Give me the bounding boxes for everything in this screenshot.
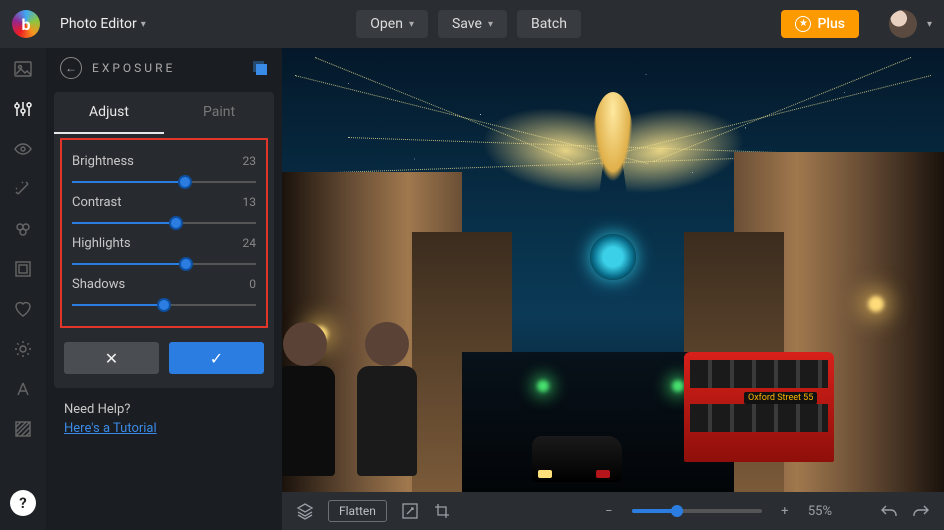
bus-route-sign: Oxford Street 55 [744, 392, 817, 404]
apply-button[interactable]: ✓ [169, 342, 264, 374]
eye-tool-icon[interactable] [12, 138, 34, 160]
slider-track-highlights[interactable] [72, 257, 256, 271]
panel-back-button[interactable]: ← [60, 57, 82, 79]
upgrade-plus-button[interactable]: ★ Plus [781, 10, 859, 38]
texture-tool-icon[interactable] [12, 418, 34, 440]
save-button[interactable]: Save ▾ [438, 10, 507, 38]
foreground-person [282, 322, 340, 482]
slider-value: 0 [249, 277, 256, 292]
slider-contrast: Contrast 13 [72, 195, 256, 230]
angel-decoration [593, 92, 633, 182]
help-button[interactable]: ? [10, 490, 36, 516]
panel-tabs: Adjust Paint [54, 92, 274, 134]
image-canvas[interactable]: Oxford Street 55 [282, 48, 944, 492]
chevron-down-icon: ▾ [141, 19, 146, 30]
image-tool-icon[interactable] [12, 58, 34, 80]
text-tool-icon[interactable] [12, 378, 34, 400]
slider-track-contrast[interactable] [72, 216, 256, 230]
chevron-down-icon: ▾ [927, 19, 932, 30]
account-avatar[interactable] [889, 10, 917, 38]
chevron-down-icon: ▾ [488, 19, 493, 30]
redo-icon[interactable] [912, 502, 930, 520]
star-icon: ★ [795, 16, 811, 32]
layers-icon[interactable] [296, 502, 314, 520]
cancel-button[interactable]: ✕ [64, 342, 159, 374]
slider-label: Highlights [72, 236, 131, 251]
slider-label: Shadows [72, 277, 125, 292]
left-toolstrip: ? [0, 48, 46, 530]
slider-value: 13 [243, 195, 257, 210]
batch-button[interactable]: Batch [517, 10, 581, 38]
slider-highlights: Highlights 24 [72, 236, 256, 271]
slider-track-brightness[interactable] [72, 175, 256, 189]
open-button[interactable]: Open ▾ [356, 10, 428, 38]
panel-title: EXPOSURE [92, 61, 242, 75]
compare-icon[interactable] [252, 60, 268, 76]
tab-paint[interactable]: Paint [164, 92, 274, 134]
zoom-in-icon[interactable]: + [776, 502, 794, 520]
illuminated-clock [590, 234, 636, 280]
undo-icon[interactable] [880, 502, 898, 520]
help-block: Need Help? Here's a Tutorial [46, 388, 282, 450]
effects-tool-icon[interactable] [12, 218, 34, 240]
exposure-panel: ← EXPOSURE Adjust Paint Brightness 23 [46, 48, 282, 530]
zoom-percentage: 55% [808, 504, 832, 519]
top-bar: b Photo Editor ▾ Open ▾ Save ▾ Batch ★ P… [0, 0, 944, 48]
tab-adjust[interactable]: Adjust [54, 92, 164, 134]
zoom-out-icon[interactable]: − [600, 502, 618, 520]
slider-value: 23 [243, 154, 257, 169]
slider-shadows: Shadows 0 [72, 277, 256, 312]
adjust-sliders-icon[interactable] [12, 98, 34, 120]
crop-icon[interactable] [433, 502, 451, 520]
magic-tool-icon[interactable] [12, 178, 34, 200]
settings-tool-icon[interactable] [12, 338, 34, 360]
app-menu-dropdown[interactable]: Photo Editor ▾ [50, 10, 156, 38]
black-car [532, 436, 622, 482]
slider-brightness: Brightness 23 [72, 154, 256, 189]
canvas-area: Oxford Street 55 Flatten − + 55% [282, 48, 944, 530]
slider-label: Brightness [72, 154, 134, 169]
expand-icon[interactable] [401, 502, 419, 520]
save-label: Save [452, 16, 482, 32]
slider-track-shadows[interactable] [72, 298, 256, 312]
batch-label: Batch [531, 16, 567, 32]
sliders-group: Brightness 23 Contrast 13 [60, 138, 268, 328]
slider-label: Contrast [72, 195, 122, 210]
app-logo[interactable]: b [12, 10, 40, 38]
tutorial-link[interactable]: Here's a Tutorial [64, 421, 157, 436]
open-label: Open [370, 16, 403, 32]
app-menu-label: Photo Editor [60, 16, 137, 32]
chevron-down-icon: ▾ [409, 19, 414, 30]
foreground-person [352, 322, 422, 482]
bottom-bar: Flatten − + 55% [282, 492, 944, 530]
plus-label: Plus [817, 16, 845, 32]
zoom-slider[interactable] [632, 509, 762, 513]
help-question: Need Help? [64, 402, 264, 417]
heart-tool-icon[interactable] [12, 298, 34, 320]
frame-tool-icon[interactable] [12, 258, 34, 280]
red-bus: Oxford Street 55 [684, 352, 834, 462]
flatten-button[interactable]: Flatten [328, 500, 387, 522]
slider-value: 24 [243, 236, 257, 251]
